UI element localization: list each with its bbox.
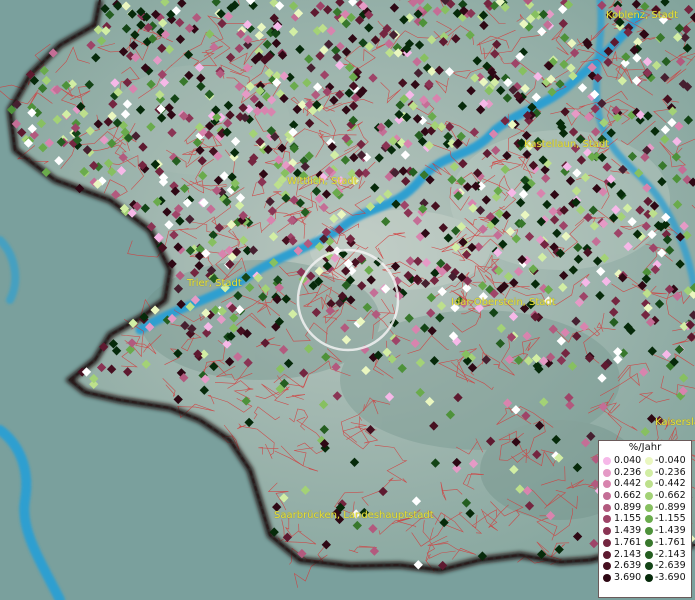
legend: %/Jahr 0.040 -0.040 0.236 -0.236 0.442 -0.442… (598, 440, 692, 598)
legend-value-positive: 1.439 (614, 525, 642, 537)
city-label-koblenz: Koblenz, Stadt (606, 10, 679, 21)
city-label-kaiserslautern: Kaiserslautern (655, 417, 695, 428)
city-label-idar-oberstein: Idar-Oberstein, Stadt (451, 297, 556, 308)
legend-swatch-negative (645, 538, 653, 547)
legend-value-positive: 3.690 (614, 571, 642, 583)
legend-swatch-positive (603, 550, 611, 559)
legend-swatch-negative (645, 492, 653, 501)
legend-row: 2.143 -2.143 (599, 549, 691, 561)
legend-swatch-negative (645, 503, 653, 512)
legend-swatch-positive (603, 527, 611, 536)
legend-value-negative: -0.662 (655, 490, 686, 502)
legend-row: 0.662 -0.662 (599, 490, 691, 502)
city-label-kastellaun: Kastellaun, Stadt (524, 139, 610, 150)
legend-value-positive: 1.761 (614, 536, 642, 548)
legend-value-positive: 0.040 (614, 455, 642, 466)
legend-row: 2.639 -2.639 (599, 560, 691, 572)
legend-row: 0.442 -0.442 (599, 478, 691, 490)
legend-swatch-negative (645, 527, 653, 536)
city-label-wittlich: Wittlich, Stadt (287, 176, 358, 187)
legend-swatch-positive (603, 538, 611, 547)
legend-row: 1.761 -1.761 (599, 537, 691, 549)
legend-value-negative: -0.236 (655, 466, 686, 478)
legend-row: 1.439 -1.439 (599, 525, 691, 537)
legend-swatch-negative (645, 515, 653, 524)
legend-value-positive: 0.662 (614, 490, 642, 502)
legend-row: 0.236 -0.236 (599, 467, 691, 479)
legend-swatch-positive (603, 515, 611, 524)
legend-swatch-negative (645, 457, 653, 465)
legend-value-negative: -3.690 (655, 571, 686, 583)
legend-swatch-positive (603, 562, 611, 571)
legend-swatch-positive (603, 457, 611, 465)
legend-value-positive: 2.639 (614, 560, 642, 572)
legend-swatch-negative (645, 573, 653, 582)
legend-value-positive: 0.236 (614, 466, 642, 478)
legend-swatch-positive (603, 468, 611, 477)
legend-row: 0.899 -0.899 (599, 502, 691, 514)
legend-value-positive: 0.899 (614, 501, 642, 513)
legend-value-negative: -1.439 (655, 525, 686, 537)
map-view[interactable]: Koblenz, Stadt Wittlich, Stadt Kastellau… (0, 0, 695, 600)
legend-row: 3.690 -3.690 (599, 572, 691, 584)
legend-rows: 0.040 -0.040 0.236 -0.236 0.442 -0.442 0.662 -0… (599, 455, 691, 584)
legend-value-negative: -1.761 (655, 536, 686, 548)
legend-swatch-positive (603, 573, 611, 582)
legend-value-positive: 2.143 (614, 548, 642, 560)
legend-value-negative: -0.442 (655, 478, 686, 490)
legend-swatch-negative (645, 562, 653, 571)
legend-swatch-negative (645, 480, 653, 489)
city-label-saarbruecken: Saarbrücken, Landeshauptstadt (274, 510, 434, 521)
legend-swatch-negative (645, 468, 653, 477)
legend-value-negative: -0.040 (655, 455, 686, 466)
legend-swatch-negative (645, 550, 653, 559)
legend-value-negative: -1.155 (655, 513, 686, 525)
legend-value-negative: -2.639 (655, 560, 686, 572)
legend-row: 1.155 -1.155 (599, 513, 691, 525)
legend-swatch-positive (603, 492, 611, 501)
legend-value-positive: 0.442 (614, 478, 642, 490)
city-label-trier: Trier, Stadt (187, 278, 242, 289)
legend-value-negative: -2.143 (655, 548, 686, 560)
legend-row: 0.040 -0.040 (599, 455, 691, 467)
legend-title: %/Jahr (628, 442, 662, 453)
legend-swatch-positive (603, 503, 611, 512)
legend-value-negative: -0.899 (655, 501, 686, 513)
legend-swatch-positive (603, 480, 611, 489)
legend-value-positive: 1.155 (614, 513, 642, 525)
